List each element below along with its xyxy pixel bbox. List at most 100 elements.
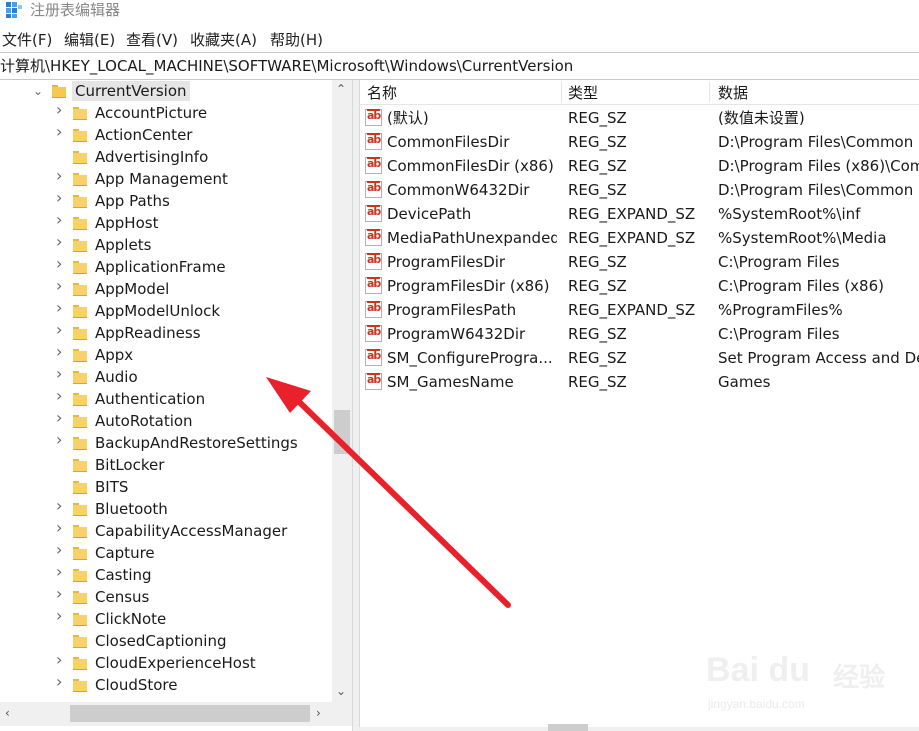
value-row[interactable]: ab (默认) REG_SZ (数值未设置) (359, 106, 919, 130)
tree-vertical-scrollbar[interactable]: ⌃ ⌄ (332, 80, 352, 702)
chevron-right-icon[interactable]: › (56, 388, 62, 404)
value-row[interactable]: ab ProgramFilesDir REG_SZ C:\Program Files (359, 250, 919, 274)
tree-item[interactable]: › App Management (0, 168, 332, 190)
scroll-up-arrow-icon[interactable]: ⌃ (336, 82, 346, 96)
tree-item[interactable]: › Census (0, 586, 332, 608)
tree-horizontal-scrollbar[interactable]: ‹ › (0, 702, 332, 726)
menu-favorites[interactable]: 收藏夹(A) (190, 30, 257, 50)
chevron-right-icon[interactable]: › (56, 278, 62, 294)
chevron-right-icon[interactable]: › (56, 410, 62, 426)
tree-item-currentversion[interactable]: ⌄ CurrentVersion (0, 80, 332, 102)
watermark-cn-text: 经验 (833, 663, 886, 693)
address-path[interactable]: 计算机\HKEY_LOCAL_MACHINE\SOFTWARE\Microsof… (0, 57, 573, 75)
key-tree[interactable]: ⌄ CurrentVersion › AccountPicture › ActionC… (0, 80, 352, 727)
tree-item[interactable]: BitLocker (0, 454, 332, 476)
tree-item[interactable]: › Bluetooth (0, 498, 332, 520)
chevron-right-icon[interactable]: › (56, 542, 62, 558)
chevron-down-icon[interactable]: ⌄ (33, 84, 43, 98)
tree-item[interactable]: › AppModelUnlock (0, 300, 332, 322)
tree-item[interactable]: › Authentication (0, 388, 332, 410)
value-row[interactable]: ab ProgramFilesDir (x86) REG_SZ C:\Program … (359, 274, 919, 298)
scroll-thumb[interactable] (334, 410, 350, 454)
value-data: %ProgramFiles% (718, 301, 843, 319)
tree-item[interactable]: BITS (0, 476, 332, 498)
value-row[interactable]: ab MediaPathUnexpanded REG_EXPAND_SZ %Syste… (359, 226, 919, 250)
chevron-right-icon[interactable]: › (56, 652, 62, 668)
chevron-right-icon[interactable]: › (56, 498, 62, 514)
tree-item[interactable]: › AccountPicture (0, 102, 332, 124)
menu-file[interactable]: 文件(F) (2, 30, 52, 50)
folder-icon (73, 239, 87, 252)
chevron-right-icon[interactable]: › (56, 322, 62, 338)
chevron-right-icon[interactable]: › (56, 300, 62, 316)
chevron-right-icon[interactable]: › (56, 586, 62, 602)
column-header-name[interactable]: 名称 (367, 83, 397, 103)
value-row[interactable]: ab CommonFilesDir (x86) REG_SZ D:\Program F… (359, 154, 919, 178)
tree-item[interactable]: ClosedCaptioning (0, 630, 332, 652)
value-data: C:\Program Files (x86) (718, 277, 884, 295)
chevron-right-icon[interactable]: › (56, 168, 62, 184)
tree-item-label: ApplicationFrame (95, 258, 226, 276)
column-divider[interactable] (709, 82, 710, 102)
tree-item[interactable]: › AppReadiness (0, 322, 332, 344)
tree-item[interactable]: › CapabilityAccessManager (0, 520, 332, 542)
tree-item[interactable]: › ClickNote (0, 608, 332, 630)
tree-item[interactable]: › BackupAndRestoreSettings (0, 432, 332, 454)
value-row[interactable]: ab CommonW6432Dir REG_SZ D:\Program Files\C… (359, 178, 919, 202)
scroll-thumb[interactable] (70, 705, 310, 722)
chevron-right-icon[interactable]: › (56, 674, 62, 690)
chevron-right-icon[interactable]: › (56, 608, 62, 624)
string-value-icon: ab (365, 157, 382, 174)
scrollbar-corner (332, 702, 352, 726)
tree-item[interactable]: › AutoRotation (0, 410, 332, 432)
chevron-right-icon[interactable]: › (56, 520, 62, 536)
column-header-data[interactable]: 数据 (718, 83, 748, 103)
tree-item[interactable]: › CloudStore (0, 674, 332, 696)
column-divider[interactable] (561, 82, 562, 102)
value-row[interactable]: ab ProgramW6432Dir REG_SZ C:\Program Files (359, 322, 919, 346)
chevron-right-icon[interactable]: › (56, 432, 62, 448)
value-name: CommonFilesDir (387, 133, 510, 151)
folder-icon (73, 459, 87, 472)
chevron-right-icon[interactable]: › (56, 564, 62, 580)
tree-item[interactable]: › Audio (0, 366, 332, 388)
value-row[interactable]: ab CommonFilesDir REG_SZ D:\Program Files\C… (359, 130, 919, 154)
menu-edit[interactable]: 编辑(E) (64, 30, 115, 50)
chevron-right-icon[interactable]: › (56, 212, 62, 228)
value-row[interactable]: ab SM_GamesName REG_SZ Games (359, 370, 919, 394)
value-row[interactable]: ab DevicePath REG_EXPAND_SZ %SystemRoot%\in… (359, 202, 919, 226)
folder-icon (73, 327, 87, 340)
chevron-right-icon[interactable]: › (56, 124, 62, 140)
chevron-right-icon[interactable]: › (56, 344, 62, 360)
tree-item[interactable]: AdvertisingInfo (0, 146, 332, 168)
tree-item[interactable]: › AppHost (0, 212, 332, 234)
tree-item[interactable]: › ActionCenter (0, 124, 332, 146)
tree-item[interactable]: › Applets (0, 234, 332, 256)
scroll-thumb[interactable] (548, 724, 588, 731)
chevron-right-icon[interactable]: › (56, 190, 62, 206)
scroll-down-arrow-icon[interactable]: ⌄ (336, 684, 346, 698)
chevron-right-icon[interactable]: › (56, 366, 62, 382)
tree-item-label: ClickNote (95, 610, 167, 628)
tree-item[interactable]: › Appx (0, 344, 332, 366)
value-row[interactable]: ab SM_ConfigureProgra... REG_SZ Set Program… (359, 346, 919, 370)
chevron-right-icon[interactable]: › (56, 256, 62, 272)
tree-item[interactable]: › Capture (0, 542, 332, 564)
chevron-right-icon[interactable]: › (56, 102, 62, 118)
tree-item[interactable]: › AppModel (0, 278, 332, 300)
tree-item[interactable]: › App Paths (0, 190, 332, 212)
column-header-type[interactable]: 类型 (568, 83, 598, 103)
values-list[interactable]: 名称 类型 数据 ab (默认) REG_SZ (数值未设置) ab CommonFile… (359, 80, 919, 727)
value-row[interactable]: ab ProgramFilesPath REG_EXPAND_SZ %ProgramF… (359, 298, 919, 322)
tree-item[interactable]: › Casting (0, 564, 332, 586)
menu-help[interactable]: 帮助(H) (270, 30, 323, 50)
scroll-right-arrow-icon[interactable]: › (316, 706, 321, 720)
tree-item[interactable]: › ApplicationFrame (0, 256, 332, 278)
tree-item-label: App Management (95, 170, 228, 188)
menu-view[interactable]: 查看(V) (126, 30, 178, 50)
chevron-right-icon[interactable]: › (56, 234, 62, 250)
address-bar[interactable]: 计算机\HKEY_LOCAL_MACHINE\SOFTWARE\Microsof… (0, 52, 919, 80)
tree-item-label: Authentication (95, 390, 206, 408)
scroll-left-arrow-icon[interactable]: ‹ (5, 706, 10, 720)
tree-item[interactable]: › CloudExperienceHost (0, 652, 332, 674)
